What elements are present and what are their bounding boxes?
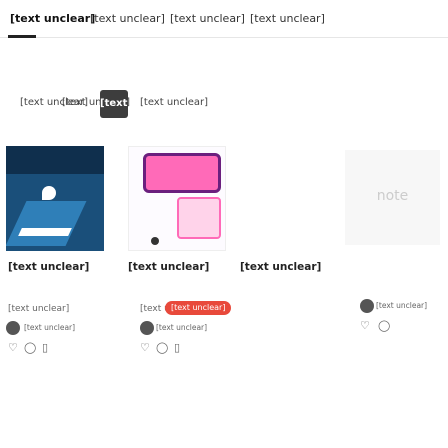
tab-0[interactable]: [text unclear] [10,12,95,25]
author-name[interactable]: [text unclear] [376,301,427,310]
article-title[interactable]: [text unclear] [240,260,440,274]
article-title[interactable]: [text unclear] [8,260,114,274]
avatar[interactable] [360,299,374,313]
article-thumbnail[interactable] [128,146,226,251]
article-title[interactable]: [text unclear] [128,260,228,274]
category-nav: [text unclear] [text unclear] [text uncl… [0,0,448,38]
comment-icon[interactable]: ◯ [24,342,36,354]
author-name[interactable]: [text unclear] [156,323,207,332]
article-thumbnail[interactable] [6,146,104,251]
comment-icon[interactable]: ◯ [378,320,390,332]
bookmark-icon[interactable]: ▯ [42,342,48,354]
avatar[interactable] [140,321,154,335]
article-price: [text unclear] [8,304,70,314]
comment-icon[interactable]: ◯ [156,342,168,354]
active-tab-indicator [8,35,36,38]
heart-icon[interactable]: ♡ [8,342,18,354]
article-thumbnail[interactable]: note [345,150,440,245]
avatar[interactable] [6,321,20,335]
sort-bar: [text unclear] [text unclear] [text uncl… [0,90,448,120]
bookmark-icon[interactable]: ▯ [174,342,180,354]
heart-icon[interactable]: ♡ [360,320,370,332]
note-logo: note [376,188,409,204]
sort-option-3[interactable]: [text unclear] [140,97,208,108]
tab-2[interactable]: [text unclear] [170,12,245,25]
discount-badge: [text unclear] [165,301,232,315]
sort-option-2[interactable]: [text unclear] [100,90,177,118]
heart-icon[interactable]: ♡ [140,342,150,354]
tab-1[interactable]: [text unclear] [90,12,165,25]
author-name[interactable]: [text unclear] [24,323,75,332]
tab-3[interactable]: [text unclear] [250,12,325,25]
